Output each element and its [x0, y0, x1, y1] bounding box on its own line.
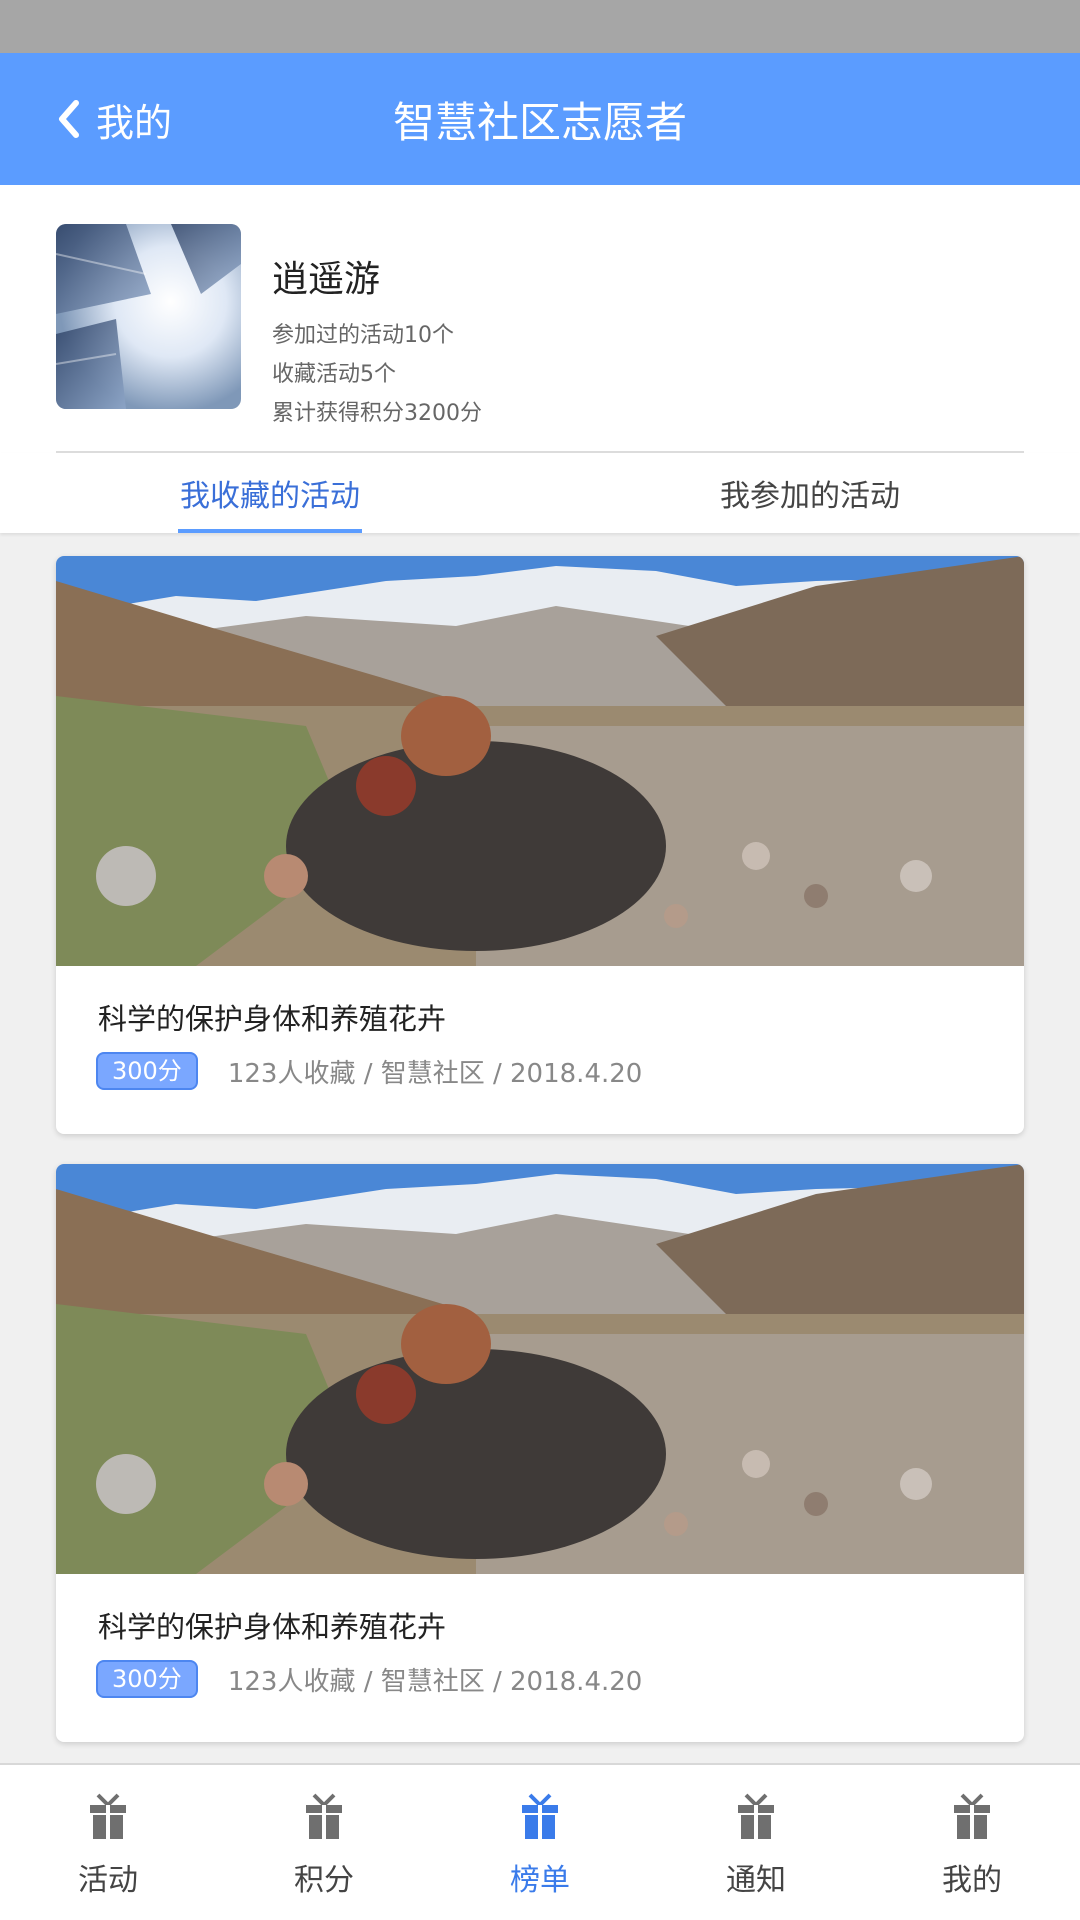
gift-icon: [306, 1793, 342, 1839]
activity-info: 123人收藏 / 智慧社区 / 2018.4.20: [227, 1058, 643, 1089]
gift-icon: [738, 1793, 774, 1839]
app-header: 我的 智慧社区志愿者: [0, 53, 1080, 185]
chevron-left-icon: [59, 100, 79, 138]
profile-favorites: 收藏活动5个: [272, 362, 396, 387]
points-badge: 300分: [96, 1052, 198, 1090]
nav-label: 我的: [942, 1863, 1002, 1898]
profile-points: 累计获得积分3200分: [272, 401, 482, 426]
nav-item-mine[interactable]: 我的: [864, 1765, 1080, 1920]
gift-icon: [90, 1793, 126, 1839]
activity-card[interactable]: 科学的保护身体和养殖花卉 300分 123人收藏 / 智慧社区 / 2018.4…: [56, 556, 1024, 1134]
nav-item-ranking[interactable]: 榜单: [432, 1765, 648, 1920]
activity-info: 123人收藏 / 智慧社区 / 2018.4.20: [227, 1666, 643, 1697]
back-button[interactable]: 我的: [56, 53, 172, 185]
gift-icon: [522, 1793, 558, 1839]
tab-bar: 我收藏的活动 我参加的活动: [0, 453, 1080, 533]
profile-joined: 参加过的活动10个: [272, 323, 454, 348]
avatar[interactable]: [56, 224, 241, 409]
back-label: 我的: [96, 100, 173, 145]
gift-icon: [954, 1793, 990, 1839]
profile-name: 逍遥游: [272, 259, 381, 300]
bottom-nav: 活动 积分 榜单 通知 我的: [0, 1763, 1080, 1920]
nav-item-notifications[interactable]: 通知: [648, 1765, 864, 1920]
profile-section: 逍遥游 参加过的活动10个 收藏活动5个 累计获得积分3200分: [0, 185, 1080, 453]
tab-joined[interactable]: 我参加的活动: [540, 453, 1080, 533]
activity-card[interactable]: 科学的保护身体和养殖花卉 300分 123人收藏 / 智慧社区 / 2018.4…: [56, 1164, 1024, 1742]
activity-photo: [56, 556, 1024, 966]
nav-label: 榜单: [510, 1863, 570, 1898]
activity-title: 科学的保护身体和养殖花卉: [98, 1610, 447, 1644]
page-title: 智慧社区志愿者: [392, 97, 687, 147]
tab-favorites[interactable]: 我收藏的活动: [0, 453, 540, 533]
points-badge: 300分: [96, 1660, 198, 1698]
nav-label: 活动: [78, 1863, 138, 1898]
activity-meta: 300分 123人收藏 / 智慧社区 / 2018.4.20: [96, 1660, 642, 1698]
activity-meta: 300分 123人收藏 / 智慧社区 / 2018.4.20: [96, 1052, 642, 1090]
nav-item-points[interactable]: 积分: [216, 1765, 432, 1920]
status-bar: [0, 0, 1080, 53]
nav-label: 通知: [726, 1863, 786, 1898]
nav-label: 积分: [294, 1863, 354, 1898]
nav-item-activities[interactable]: 活动: [0, 1765, 216, 1920]
activity-photo: [56, 1164, 1024, 1574]
activity-title: 科学的保护身体和养殖花卉: [98, 1002, 447, 1036]
